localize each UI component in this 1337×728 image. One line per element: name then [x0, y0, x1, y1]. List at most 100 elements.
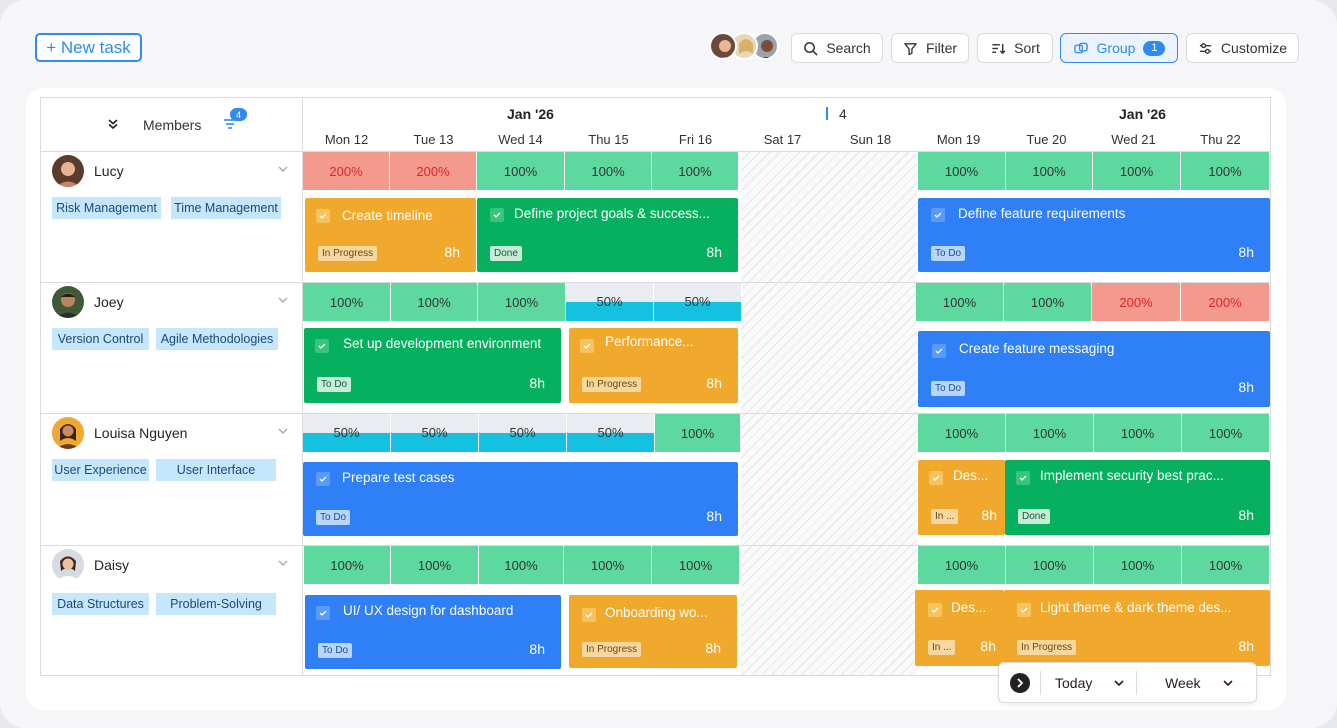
chevron-down-icon[interactable]	[277, 558, 289, 568]
task-title: Des...	[951, 600, 987, 615]
task-card[interactable]: Define project goals & success... Done 8…	[477, 198, 738, 272]
allocation-cell: 50%	[479, 414, 567, 452]
task-title: Define project goals & success...	[514, 206, 710, 221]
member-lane: 100% 100% 100% 100% 100% 100% 100% 100% …	[303, 546, 1270, 675]
task-title: Prepare test cases	[342, 470, 455, 485]
task-card[interactable]: Set up development environment To Do 8h	[304, 328, 561, 403]
allocation-cell: 100%	[1006, 546, 1094, 584]
workload-grid: Members 4 Jan '26 4 Jan '26 Mon 12 Tue 1…	[40, 97, 1271, 676]
task-card[interactable]: Create feature messaging To Do 8h	[918, 331, 1270, 407]
today-button[interactable]: Today	[1055, 675, 1092, 691]
search-button[interactable]: Search	[791, 33, 883, 63]
allocation-cell: 100%	[304, 546, 391, 584]
status-badge: To Do	[317, 377, 352, 392]
customize-button[interactable]: Customize	[1186, 33, 1299, 63]
task-card[interactable]: Des... In ... 8h	[918, 460, 1005, 535]
allocation-cell: 100%	[479, 546, 564, 584]
task-title: Create feature messaging	[959, 341, 1115, 356]
allocation-cell: 50%	[303, 414, 391, 452]
task-card[interactable]: Create timeline In Progress 8h	[305, 198, 476, 272]
member-row-joey[interactable]: Joey Version Control Agile Methodologies	[41, 283, 303, 414]
allocation-cell: 100%	[1094, 546, 1182, 584]
chevron-down-icon[interactable]	[277, 164, 289, 174]
chevron-down-icon[interactable]	[1113, 678, 1125, 688]
task-checkbox-icon	[316, 472, 330, 486]
status-badge: To Do	[931, 381, 966, 396]
member-name: Lucy	[94, 163, 124, 179]
skill-tag: Time Management	[171, 197, 281, 219]
task-title: Implement security best prac...	[1040, 468, 1224, 483]
sort-button[interactable]: Sort	[977, 33, 1053, 63]
allocation-cell: 50%	[391, 414, 479, 452]
next-period-button[interactable]	[1010, 673, 1030, 693]
allocation-cell: 100%	[918, 414, 1006, 452]
status-badge: In ...	[928, 640, 956, 655]
chevron-down-icon[interactable]	[1222, 678, 1234, 688]
task-card[interactable]: Implement security best prac... Done 8h	[1005, 460, 1270, 535]
member-row-daisy[interactable]: Daisy Data Structures Problem-Solving	[41, 546, 303, 675]
allocation-cell: 50%	[566, 283, 654, 321]
allocation-cell: 100%	[918, 546, 1006, 584]
member-row-lucy[interactable]: Lucy Risk Management Time Management	[41, 152, 303, 283]
status-badge: To Do	[318, 643, 353, 658]
day-header: Fri 16	[678, 132, 713, 147]
task-card[interactable]: Define feature requirements To Do 8h	[918, 198, 1270, 272]
task-title: Set up development environment	[343, 336, 542, 351]
task-card[interactable]: Light theme & dark theme des... In Progr…	[1004, 590, 1270, 666]
day-header: Sun 18	[849, 132, 892, 147]
task-title: Onboarding wo...	[605, 605, 708, 620]
allocation-cell: 100%	[655, 414, 741, 452]
task-card[interactable]: Onboarding wo... In Progress 8h	[569, 595, 737, 668]
month-label-left: Jan '26	[507, 106, 554, 122]
view-select[interactable]: Week	[1165, 675, 1201, 691]
skill-tag: Data Structures	[52, 593, 149, 615]
allocation-value: 50%	[597, 425, 624, 440]
task-checkbox-icon	[316, 209, 330, 223]
members-label: Members	[143, 117, 202, 133]
task-hours: 8h	[444, 244, 460, 260]
status-badge: In Progress	[1017, 640, 1077, 655]
member-lane: 200% 200% 100% 100% 100% 100% 100% 100% …	[303, 152, 1270, 283]
task-hours: 8h	[981, 507, 997, 523]
avatar	[52, 417, 84, 449]
task-checkbox-icon	[316, 606, 330, 620]
task-card[interactable]: Des... In ... 8h	[915, 590, 1004, 666]
collapse-all-icon[interactable]	[107, 118, 119, 130]
day-header: Tue 13	[413, 132, 454, 147]
task-checkbox-icon	[1017, 603, 1031, 617]
chevron-down-icon[interactable]	[277, 426, 289, 436]
team-avatar-1[interactable]	[709, 32, 737, 60]
task-hours: 8h	[529, 375, 545, 391]
avatar	[52, 286, 84, 318]
filter-label: Filter	[925, 40, 958, 56]
allocation-cell: 100%	[1181, 152, 1270, 190]
day-header: Wed 14	[498, 132, 543, 147]
task-hours: 8h	[706, 508, 722, 524]
task-hours: 8h	[1238, 507, 1254, 523]
filter-button[interactable]: Filter	[891, 33, 969, 63]
member-row-louisa-nguyen[interactable]: Louisa Nguyen User Experience User Inter…	[41, 414, 303, 546]
task-card[interactable]: Prepare test cases To Do 8h	[303, 462, 738, 536]
allocation-cell: 200%	[390, 152, 477, 190]
task-checkbox-icon	[1016, 471, 1030, 485]
status-badge: In Progress	[582, 377, 642, 392]
allocation-cell: 100%	[1006, 414, 1094, 452]
group-label: Group	[1096, 40, 1136, 56]
skill-tag: Agile Methodologies	[156, 328, 278, 350]
skill-tag: Risk Management	[52, 197, 161, 219]
task-checkbox-icon	[582, 608, 596, 622]
status-badge: In Progress	[582, 642, 642, 657]
task-title: UI/ UX design for dashboard	[343, 603, 514, 618]
allocation-cell: 200%	[303, 152, 390, 190]
allocation-cell: 200%	[1092, 283, 1181, 321]
task-card[interactable]: UI/ UX design for dashboard To Do 8h	[305, 595, 561, 669]
new-task-button[interactable]: + New task	[35, 33, 142, 62]
task-hours: 8h	[980, 638, 996, 654]
member-name: Louisa Nguyen	[94, 425, 188, 441]
chevron-down-icon[interactable]	[277, 295, 289, 305]
task-card[interactable]: Performance... In Progress 8h	[569, 328, 738, 403]
timeline-controls: Today Week	[998, 662, 1257, 703]
allocation-value: 50%	[421, 425, 448, 440]
allocation-cell: 100%	[918, 152, 1006, 190]
group-button[interactable]: Group 1	[1060, 33, 1178, 63]
